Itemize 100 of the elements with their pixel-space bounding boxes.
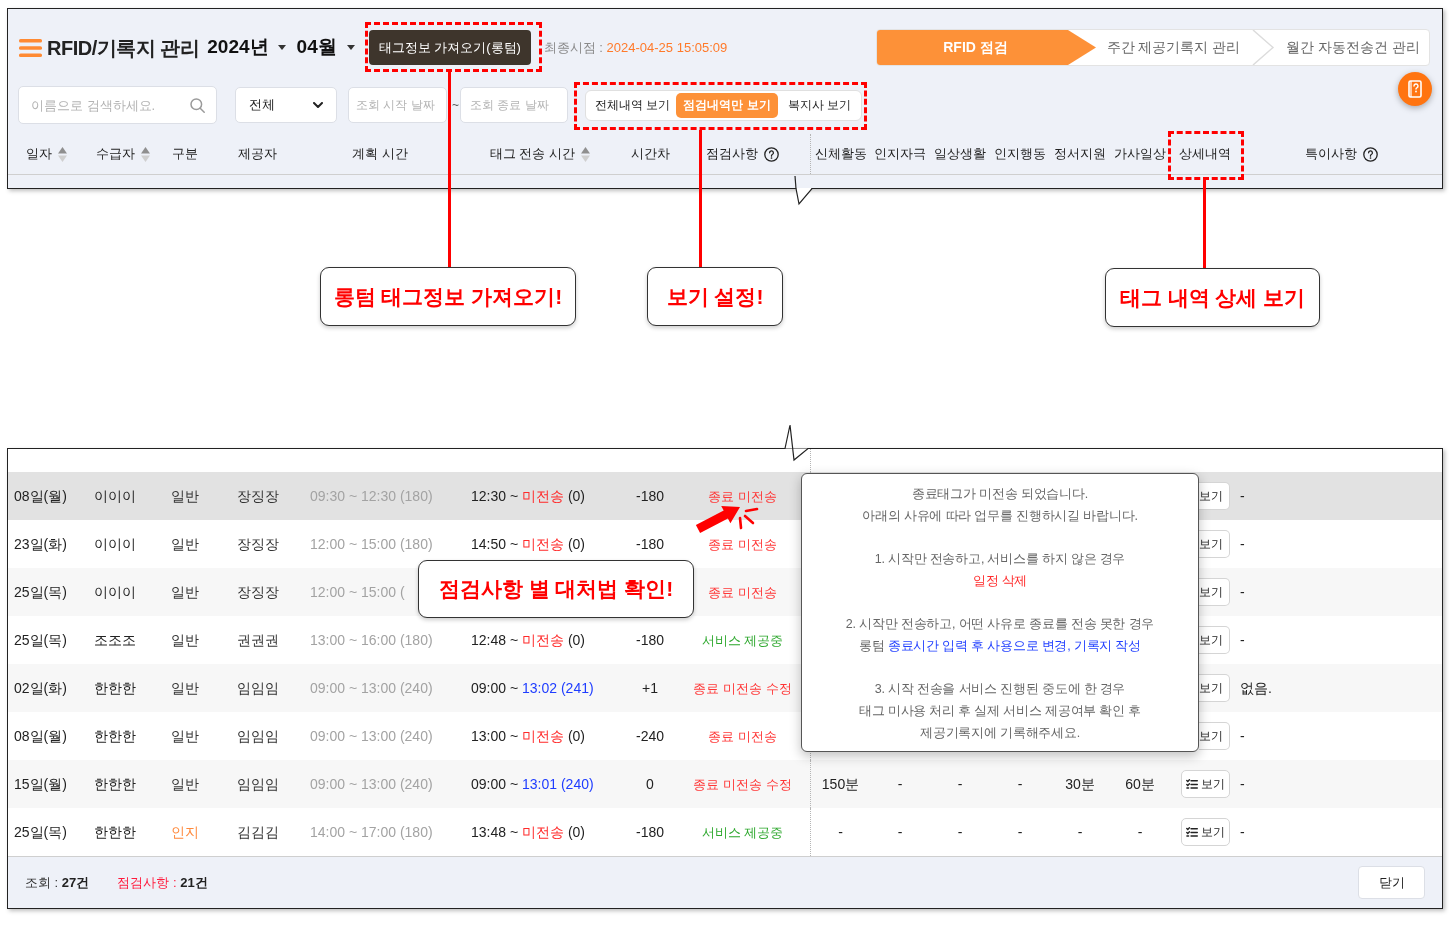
step-tab[interactable]: 주간 제공기록지 관리 (1096, 30, 1251, 65)
fetch-tags-button[interactable]: 태그정보 가져오기(롱텀) (368, 30, 531, 65)
column-header[interactable]: 일자 (26, 144, 52, 164)
column-header: 신체활동 (814, 145, 867, 164)
sort-icon[interactable] (58, 146, 67, 162)
time-diff: -180 (636, 535, 664, 553)
recipient-name: 한한한 (94, 680, 136, 696)
category-label: 일반 (171, 583, 199, 601)
summary-count: 점검사항 : 21건 (117, 873, 208, 892)
category-select[interactable]: 전체 (235, 87, 337, 123)
search-icon[interactable] (190, 98, 205, 113)
provider-name: 임임임 (236, 727, 279, 745)
year-select[interactable]: 2024년 (207, 33, 286, 62)
column-header: 제공자 (238, 145, 277, 164)
popover-text: 1. 시작만 전송하고, 서비스를 하지 않은 경우 (874, 551, 1126, 568)
note-text: - (1240, 584, 1245, 600)
category-label: 인지 (171, 823, 199, 841)
step-tab[interactable]: 월간 자동전송건 관리 (1277, 30, 1429, 65)
callout-label: 점검사항 별 대처법 확인! (418, 560, 694, 618)
sent-time: 12:48 ~ 미전송 (0) (471, 632, 585, 648)
category-label: 일반 (171, 775, 199, 793)
detail-button[interactable]: 보기 (1199, 482, 1230, 510)
time-diff: +1 (642, 679, 658, 697)
help-book-icon[interactable] (1398, 72, 1432, 106)
close-button[interactable]: 닫기 (1358, 866, 1425, 899)
planned-time: 14:00 ~ 17:00 (180) (310, 824, 433, 840)
help-icon[interactable] (1362, 146, 1378, 162)
column-header[interactable]: 태그 전송 시간 (489, 144, 576, 164)
provider-name: 권권권 (236, 631, 279, 649)
planned-time: 12:00 ~ 15:00 (180) (310, 536, 433, 552)
provider-name: 김김김 (236, 823, 279, 841)
detail-button[interactable]: 보기 (1199, 578, 1230, 606)
date-text: 25일(목) (14, 632, 67, 648)
detail-button[interactable]: 보기 (1181, 770, 1230, 798)
category-label: 일반 (171, 727, 199, 745)
date-text: 15일(월) (14, 776, 67, 792)
caret-icon (346, 45, 355, 50)
time-diff: -180 (636, 823, 664, 841)
provider-name: 장징장 (236, 535, 279, 553)
checklist-icon (1186, 827, 1198, 837)
sent-time: 14:50 ~ 미전송 (0) (471, 536, 585, 552)
popover-text: 3. 시작 전송을 서비스 진행된 중도에 한 경우 (874, 681, 1126, 698)
menu-icon[interactable] (19, 38, 42, 57)
activity-minutes: 150분 (821, 775, 860, 793)
page-title: RFID/기록지 관리 (47, 35, 200, 61)
view-mode-tab[interactable]: 전체내역 보기 (590, 92, 675, 118)
recipient-name: 한한한 (94, 728, 136, 744)
sort-icon[interactable] (581, 146, 591, 162)
time-diff: 0 (646, 775, 654, 793)
help-icon[interactable] (764, 146, 779, 162)
start-date-field[interactable]: 조회 시작 날짜 (348, 87, 447, 123)
column-header: 인지행동 (994, 145, 1046, 164)
callout-label: 태그 내역 상세 보기 (1105, 268, 1320, 327)
last-sync-text: 최종시점 : 2024-04-25 15:05:09 (543, 38, 728, 57)
provider-name: 장징장 (236, 583, 279, 601)
activity-minutes: - (897, 823, 903, 841)
detail-button[interactable]: 보기 (1199, 722, 1230, 750)
detail-button[interactable]: 보기 (1181, 818, 1230, 846)
search-field[interactable]: 이름으로 검색하세요. (18, 86, 217, 124)
recipient-name: 한한한 (94, 824, 136, 840)
column-header[interactable]: 수급자 (95, 144, 135, 164)
note-text: - (1240, 632, 1245, 648)
check-status: 종료 미전송 (708, 727, 777, 745)
column-header: 정서지원 (1054, 145, 1106, 164)
end-date-field[interactable]: 조회 종료 날짜 (460, 87, 568, 123)
detail-button[interactable]: 보기 (1199, 530, 1230, 558)
planned-time: 09:30 ~ 12:30 (180) (310, 488, 433, 504)
check-status: 종료 미전송 (708, 487, 777, 505)
column-header: 인지자극 (874, 145, 926, 164)
detail-button[interactable]: 보기 (1199, 626, 1230, 654)
activity-minutes: - (957, 823, 963, 841)
date-text: 02일(화) (14, 680, 67, 696)
category-label: 일반 (171, 535, 199, 553)
note-text: - (1240, 776, 1245, 792)
column-header: 구분 (172, 145, 198, 164)
detail-button[interactable]: 보기 (1199, 674, 1230, 702)
view-mode-tab[interactable]: 복지사 보기 (779, 92, 859, 118)
time-diff: -180 (636, 631, 664, 649)
popover-text: 종료태그가 미전송 되었습니다. (911, 486, 1089, 503)
sort-icon[interactable] (140, 146, 150, 162)
recipient-name: 이이이 (94, 488, 136, 504)
table-row[interactable]: 25일(목) 한한한 인지 김김김 14:00 ~ 17:00 (180) 13:48 ~ 미전송 (0) -180 서비스 제공중 - - - - - - 보기 - (8, 808, 1442, 856)
callout-label: 롱텀 태그정보 가져오기! (320, 267, 576, 326)
note-text: - (1240, 728, 1245, 744)
range-separator: ~ (452, 97, 459, 114)
category-label: 일반 (171, 487, 199, 505)
caret-icon (277, 45, 286, 50)
column-header: 상세내역 (1179, 145, 1231, 164)
planned-time: 09:00 ~ 13:00 (240) (310, 680, 433, 696)
provider-name: 임임임 (236, 679, 279, 697)
sent-time: 13:48 ~ 미전송 (0) (471, 824, 585, 840)
table-row[interactable]: 15일(월) 한한한 일반 임임임 09:00 ~ 13:00 (240) 09:00 ~ 13:01 (240) 0 종료 미전송 수정 150분 - - - 30분 60분 보기 - (8, 760, 1442, 808)
recipient-name: 이이이 (94, 584, 136, 600)
check-status: 종료 미전송 (708, 535, 777, 553)
checklist-icon (1186, 779, 1198, 789)
column-header: 점검사항 (706, 145, 758, 164)
month-select[interactable]: 04월 (296, 33, 355, 62)
popover-text: 2. 시작만 전송하고, 어떤 사유로 종료를 전송 못한 경우 (845, 616, 1155, 633)
popover-text: 롱텀 종료시간 입력 후 사용으로 변경, 기록지 작성 (858, 638, 1142, 655)
popover-text: 일정 삭제 (972, 573, 1028, 590)
